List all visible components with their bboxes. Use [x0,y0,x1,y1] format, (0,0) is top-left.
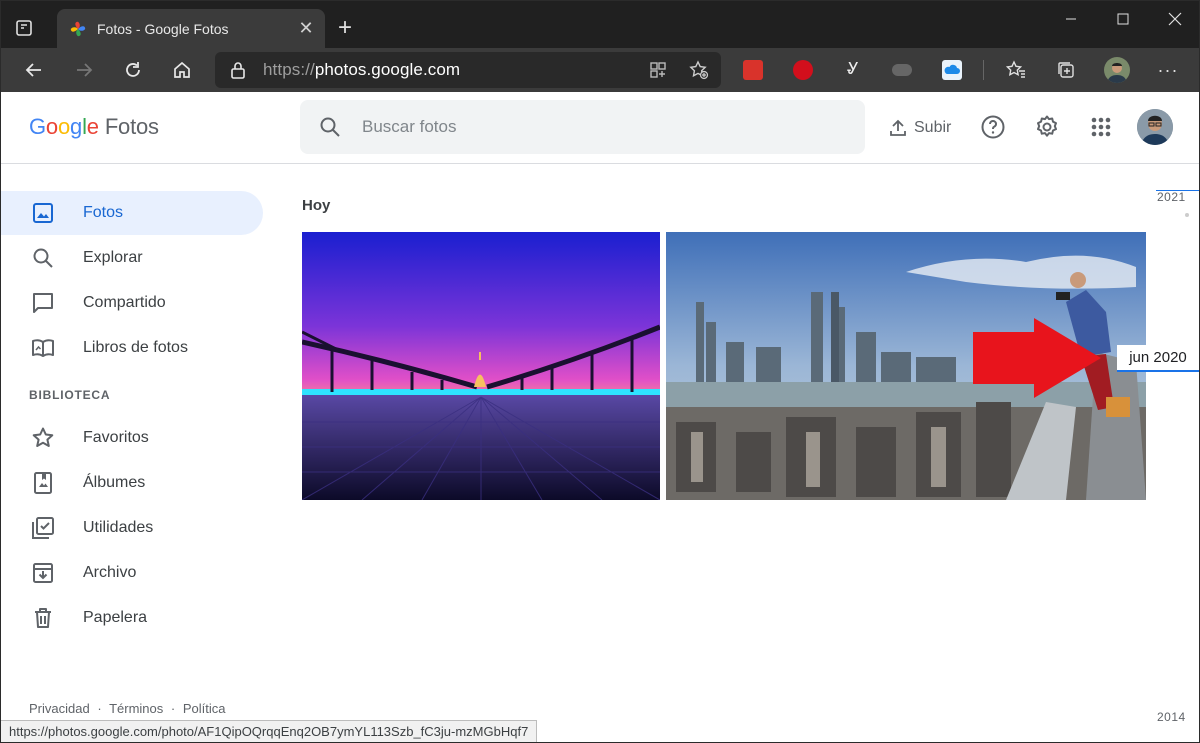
scrubber-year-bottom[interactable]: 2014 [1157,710,1186,724]
translate-extension-icon[interactable]: Ꮍ [843,60,863,80]
album-icon [34,472,52,494]
star-icon [32,427,54,447]
extension-icon[interactable] [743,60,763,80]
photo-icon [33,203,53,223]
sidebar-item-utilidades[interactable]: Utilidades [1,506,263,550]
browser-toolbar: https://photos.google.com Ꮍ ··· [1,48,1199,92]
browser-window: Fotos - Google Fotos ✕ + https://photos.… [0,0,1200,743]
tab-strip: Fotos - Google Fotos ✕ + [1,1,1199,48]
apps-grid-icon[interactable] [1087,113,1115,141]
city-photo-image [666,232,1146,500]
archive-icon [33,563,53,583]
scrubber-year-top[interactable]: 2021 [1157,190,1186,204]
tab-actions-icon[interactable] [13,17,35,39]
sidebar-item-albumes[interactable]: Álbumes [1,461,263,505]
sidebar-item-label: Papelera [83,609,148,626]
profile-avatar[interactable] [1104,57,1130,83]
maximize-button[interactable] [1097,1,1149,37]
sidebar-item-favoritos[interactable]: Favoritos [1,416,263,460]
bridge-photo-image [302,232,660,500]
refresh-button[interactable] [120,57,146,83]
scrubber-hover-date: jun 2020 [1117,345,1199,372]
settings-more-icon[interactable]: ··· [1155,57,1181,83]
collections-icon[interactable] [1053,57,1079,83]
lock-icon [231,62,245,79]
back-button[interactable] [21,57,47,83]
app-available-icon[interactable] [649,61,667,79]
new-tab-button[interactable]: + [334,16,356,40]
adblock-extension-icon[interactable] [793,60,813,80]
cloud-extension-icon[interactable] [892,64,912,76]
sidebar-item-label: Explorar [83,249,143,266]
trash-icon [35,608,51,628]
date-group-label: Hoy [302,197,331,214]
upload-icon [890,119,906,136]
terms-link[interactable]: Términos [109,701,163,716]
onedrive-extension-icon[interactable] [942,60,962,80]
library-section-title: BIBLIOTECA [29,388,111,402]
settings-gear-icon[interactable] [1033,113,1061,141]
scrubber-dot [1185,213,1189,217]
help-icon[interactable] [979,113,1007,141]
address-bar[interactable]: https://photos.google.com [215,52,721,88]
upload-label: Subir [914,119,952,136]
search-box[interactable] [300,100,865,154]
book-icon [32,339,54,357]
search-input[interactable] [362,114,842,140]
sidebar-item-archivo[interactable]: Archivo [1,551,263,595]
sidebar-item-label: Utilidades [83,519,154,536]
home-button[interactable] [169,57,195,83]
sidebar-item-label: Fotos [83,204,124,221]
sidebar-item-label: Libros de fotos [83,339,188,356]
minimize-button[interactable] [1045,1,1097,37]
sidebar-item-papelera[interactable]: Papelera [1,596,263,640]
sidebar-item-label: Favoritos [83,429,149,446]
sidebar-item-label: Álbumes [83,474,146,491]
utilities-icon [32,517,54,539]
browser-tab[interactable]: Fotos - Google Fotos ✕ [57,9,325,48]
photo-thumbnail-bridge[interactable] [302,232,660,500]
app-header: GoogleFotos Subir [1,92,1199,164]
footer-links: Privacidad · Términos · Política [29,701,226,716]
add-favorite-icon[interactable] [689,60,709,80]
address-url: https://photos.google.com [263,60,461,79]
sidebar-item-fotos[interactable]: Fotos [1,191,263,235]
policy-link[interactable]: Política [183,701,226,716]
sidebar-item-label: Compartido [83,294,166,311]
privacy-link[interactable]: Privacidad [29,701,90,716]
google-photos-logo[interactable]: Google Fotos [29,114,159,140]
tab-title: Fotos - Google Fotos [97,20,229,37]
search-icon [33,248,53,268]
sidebar-item-compartido[interactable]: Compartido [1,281,263,325]
sidebar: Fotos Explorar Compartido Libros de foto… [1,164,281,742]
chat-icon [33,293,53,313]
favorites-icon[interactable] [1003,57,1029,83]
sidebar-item-explorar[interactable]: Explorar [1,236,263,280]
photo-thumbnail-shanghai[interactable] [666,232,1146,500]
account-avatar[interactable] [1137,109,1173,145]
forward-button[interactable] [71,57,97,83]
status-bar-url: https://photos.google.com/photo/AF1QipOQ… [1,720,538,742]
tab-close-icon[interactable]: ✕ [295,18,317,40]
sidebar-item-label: Archivo [83,564,137,581]
google-photos-favicon-icon [70,21,86,36]
search-icon[interactable] [318,115,342,139]
sidebar-item-libros[interactable]: Libros de fotos [1,326,263,370]
close-window-button[interactable] [1149,1,1199,37]
upload-button[interactable]: Subir [888,115,951,141]
